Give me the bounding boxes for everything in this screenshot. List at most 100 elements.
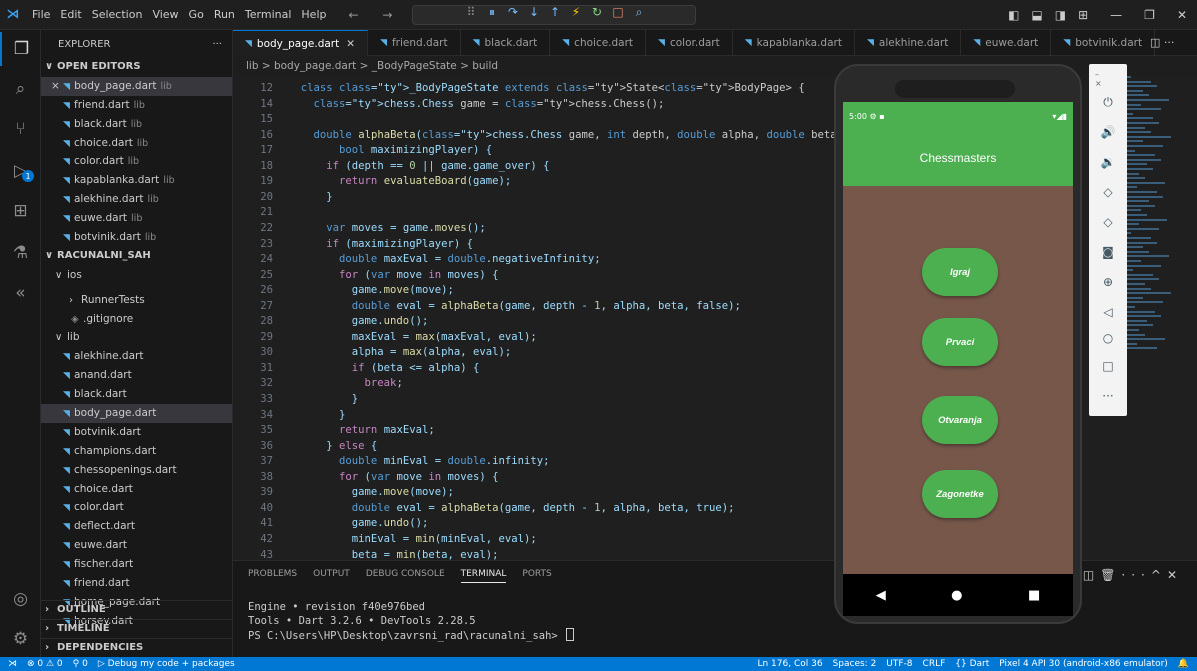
lib-file-item[interactable]: ◥ black.dart (41, 385, 232, 404)
line-endings[interactable]: CRLF (923, 657, 946, 671)
encoding[interactable]: UTF-8 (886, 657, 912, 671)
terminal-output[interactable]: Engine • revision f40e976bed Tools • Dart… (248, 600, 575, 643)
prvaci-button[interactable]: Prvaci (922, 318, 998, 366)
hot-reload-icon[interactable]: ⚡ (570, 5, 582, 20)
lib-file-item[interactable]: ◥ deflect.dart (41, 517, 232, 536)
lib-file-item[interactable]: ◥ color.dart (41, 498, 232, 517)
pause-icon[interactable]: ⏸ (486, 5, 498, 20)
overview-icon[interactable]: ■ (1028, 588, 1040, 603)
breadcrumb[interactable]: lib > body_page.dart > _BodyPageState > … (233, 56, 833, 76)
tab-kapablanka[interactable]: ◥ kapablanka.dart (733, 30, 855, 56)
menu-terminal[interactable]: Terminal (245, 8, 292, 21)
volume-up-icon[interactable]: 🔊 (1089, 120, 1127, 144)
rotate-left-icon[interactable]: ◇ (1089, 180, 1127, 204)
minimize-icon[interactable]: — (1110, 8, 1122, 22)
explorer-icon[interactable]: ❐ (0, 32, 41, 66)
problems-count[interactable]: ⊗ 0 ⚠ 0 (27, 657, 63, 671)
explorer-more-button[interactable]: ··· (212, 39, 222, 50)
lib-file-item[interactable]: ◥ alekhine.dart (41, 347, 232, 366)
open-editor-item[interactable]: ◥ black.dart lib (41, 115, 232, 134)
tab-body-page[interactable]: ◥ body_page.dart ✕ (233, 30, 369, 56)
close-tab-icon[interactable]: ✕ (346, 38, 355, 50)
search-icon[interactable]: ⌕ (0, 72, 41, 106)
lib-file-item[interactable]: ◥ body_page.dart (41, 404, 232, 423)
step-out-icon[interactable]: ↑ (549, 5, 561, 20)
testing-icon[interactable]: ⚗ (0, 236, 41, 270)
lib-file-item[interactable]: ◥ friend.dart (41, 574, 232, 593)
menu-help[interactable]: Help (301, 8, 326, 21)
igraj-button[interactable]: Igraj (922, 248, 998, 296)
split-terminal-icon[interactable]: ◫ (1083, 568, 1100, 582)
menu-edit[interactable]: Edit (60, 8, 81, 21)
folder-lib[interactable]: ∨ lib (41, 328, 232, 347)
menu-file[interactable]: File (32, 8, 50, 21)
minimap[interactable] (1119, 76, 1179, 376)
open-editor-item[interactable]: ◥ botvinik.dart lib (41, 228, 232, 247)
menu-run[interactable]: Run (214, 8, 235, 21)
lib-file-item[interactable]: ◥ champions.dart (41, 442, 232, 461)
open-editor-item[interactable]: × ◥ body_page.dart lib (41, 76, 232, 96)
layout-panel-icon[interactable]: ⬓ (1031, 8, 1042, 22)
power-icon[interactable]: ⏻ (1089, 90, 1127, 114)
drag-handle-icon[interactable]: ⠿ (465, 5, 477, 20)
open-editor-item[interactable]: ◥ friend.dart lib (41, 96, 232, 115)
outline-section[interactable]: › OUTLINE (41, 600, 232, 619)
source-control-icon[interactable]: ⑂ (0, 112, 41, 146)
lib-file-item[interactable]: ◥ botvinik.dart (41, 423, 232, 442)
layout-sidebar-icon[interactable]: ◧ (1008, 8, 1019, 22)
step-into-icon[interactable]: ↓ (528, 5, 540, 20)
folder-ios[interactable]: ∨ ios (41, 266, 232, 285)
layout-secondary-icon[interactable]: ◨ (1055, 8, 1066, 22)
close-editor-icon[interactable]: × (51, 80, 63, 92)
tab-alekhine[interactable]: ◥ alekhine.dart (855, 30, 962, 56)
stop-icon[interactable]: □ (612, 5, 624, 20)
back-icon[interactable]: ◀ (876, 588, 886, 603)
language-mode[interactable]: {} Dart (955, 657, 989, 671)
indentation[interactable]: Spaces: 2 (833, 657, 877, 671)
step-over-icon[interactable]: ↷ (507, 5, 519, 20)
panel-tab-ports[interactable]: PORTS (522, 569, 551, 583)
phone-screen[interactable]: 5:00 ⚙ ▪ ▾◢▮ Chessmasters Igraj Prvaci O… (843, 102, 1073, 574)
rotate-right-icon[interactable]: ◇ (1089, 210, 1127, 234)
account-icon[interactable]: ◎ (0, 582, 41, 616)
menu-go[interactable]: Go (189, 8, 204, 21)
flutter-icon[interactable]: « (0, 276, 41, 310)
restore-icon[interactable]: ❐ (1144, 8, 1155, 22)
folder-runnertests[interactable]: › RunnerTests (41, 291, 232, 310)
close-panel-icon[interactable]: ✕ (1167, 568, 1183, 582)
close-window-icon[interactable]: ✕ (1177, 8, 1187, 22)
home-icon[interactable]: ○ (1089, 326, 1127, 350)
overview-icon[interactable]: □ (1089, 354, 1127, 378)
zoom-icon[interactable]: ⊕ (1089, 270, 1127, 294)
panel-tab-terminal[interactable]: TERMINAL (460, 569, 507, 583)
panel-tab-output[interactable]: OUTPUT (313, 569, 350, 583)
nav-arrows[interactable]: ← → (348, 8, 402, 22)
kill-terminal-icon[interactable]: 🗑 (1100, 568, 1121, 582)
run-debug-icon[interactable]: ▷ 1 (0, 154, 41, 188)
lib-file-item[interactable]: ◥ fischer.dart (41, 555, 232, 574)
cursor-position[interactable]: Ln 176, Col 36 (757, 657, 822, 671)
panel-tab-debug-console[interactable]: DEBUG CONSOLE (366, 569, 445, 583)
menu-view[interactable]: View (152, 8, 178, 21)
home-icon[interactable]: ● (951, 588, 962, 603)
project-section[interactable]: ∨ RACUNALNI_SAH (41, 247, 232, 266)
tab-black[interactable]: ◥ black.dart (461, 30, 551, 56)
notifications-bell-icon[interactable]: 🔔 (1178, 657, 1189, 671)
menu-selection[interactable]: Selection (92, 8, 143, 21)
settings-gear-icon[interactable]: ⚙ (0, 622, 41, 656)
inspect-icon[interactable]: ⌕ (633, 5, 645, 20)
maximize-panel-icon[interactable]: ^ (1151, 568, 1167, 582)
timeline-section[interactable]: › TIMELINE (41, 618, 232, 638)
panel-tab-problems[interactable]: PROBLEMS (248, 569, 297, 583)
open-editors-section[interactable]: ∨ OPEN EDITORS (41, 58, 232, 77)
lib-file-item[interactable]: ◥ chessopenings.dart (41, 461, 232, 480)
remote-icon[interactable]: ⋊ (8, 657, 17, 671)
open-editor-item[interactable]: ◥ choice.dart lib (41, 134, 232, 153)
open-editor-item[interactable]: ◥ alekhine.dart lib (41, 190, 232, 209)
open-editor-item[interactable]: ◥ euwe.dart lib (41, 209, 232, 228)
split-editor-icon[interactable]: ◫ ··· (1150, 36, 1174, 49)
back-icon[interactable]: ◁ (1089, 300, 1127, 324)
dependencies-section[interactable]: › DEPENDENCIES (41, 637, 232, 657)
tab-color[interactable]: ◥ color.dart (646, 30, 733, 56)
more-icon[interactable]: ··· (1089, 384, 1127, 408)
